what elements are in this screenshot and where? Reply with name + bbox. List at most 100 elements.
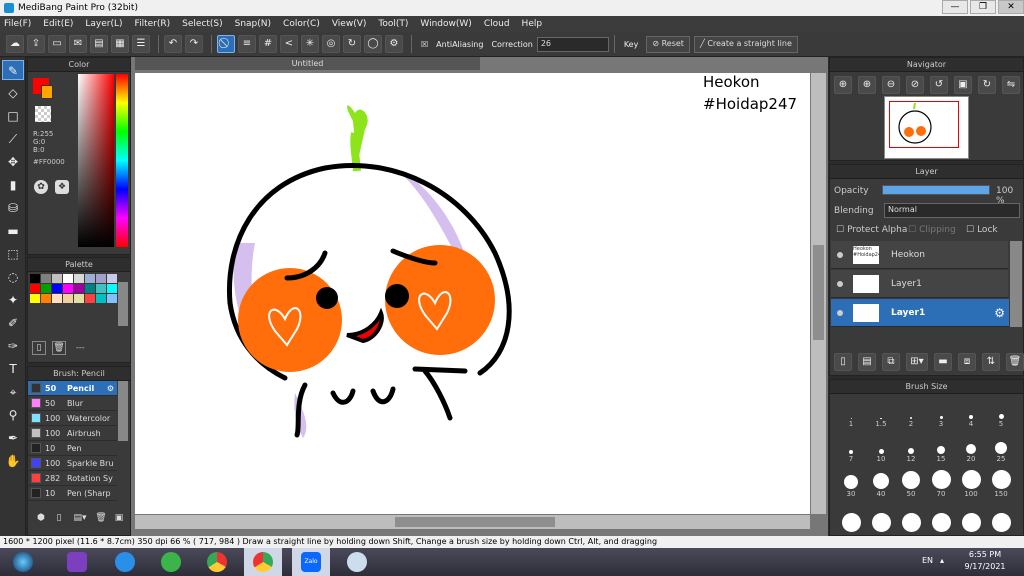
bucket-tool-icon[interactable]: ⛁ (2, 198, 24, 218)
palette-swatch[interactable] (107, 284, 117, 293)
select-eraser-tool-icon[interactable]: ✑ (2, 336, 24, 356)
move-tool-icon[interactable]: ✥ (2, 152, 24, 172)
layer-move-icon[interactable]: ⇅ (982, 353, 1000, 371)
perspective-snap-icon[interactable]: < (280, 35, 298, 53)
brush-size-cell[interactable]: 7 (836, 431, 866, 463)
shape-tool-icon[interactable]: □ (2, 106, 24, 126)
palette-swatch[interactable] (63, 294, 73, 303)
zoom-in-icon[interactable]: ⊕ (834, 76, 852, 94)
folder-icon[interactable]: ▬ (934, 353, 952, 371)
clipping-checkbox[interactable]: ☐ (908, 225, 916, 235)
page-icon[interactable]: ▤ (90, 35, 108, 53)
color-wheel-icon[interactable]: ✿ (34, 180, 48, 194)
zoom-reset-icon[interactable]: ⊘ (906, 76, 924, 94)
radial-snap-icon[interactable]: ✳ (301, 35, 319, 53)
brush-list-item[interactable]: 10 Pen (28, 441, 117, 456)
brush-size-cell[interactable]: 5 (986, 396, 1016, 428)
palette-swatch[interactable] (30, 294, 40, 303)
straight-line-button[interactable]: ╱ Create a straight line (693, 35, 798, 53)
new-halftone-layer-icon[interactable]: ▤ (858, 353, 876, 371)
add-layer-dropdown-icon[interactable]: ⊞▾ (906, 353, 928, 371)
color-settings-icon[interactable]: ❖ (55, 180, 69, 194)
palette-swatch[interactable] (85, 274, 95, 283)
delete-palette-icon[interactable]: 🗑 (52, 341, 66, 355)
speech-bubble-icon[interactable]: ✉ (69, 35, 87, 53)
horizontal-scroll-thumb[interactable] (395, 517, 555, 527)
brush-scrollbar[interactable] (118, 381, 128, 441)
navigator-view-rectangle[interactable] (889, 101, 959, 148)
brush-size-cell[interactable] (986, 501, 1016, 533)
zoom-out-icon[interactable]: ⊖ (882, 76, 900, 94)
cloud-icon[interactable]: ☁ (6, 35, 24, 53)
brush-size-cell[interactable]: 10 (866, 431, 896, 463)
snap-off-icon[interactable]: ⃠ (217, 35, 235, 53)
comment-icon[interactable]: ▭ (48, 35, 66, 53)
grid-snap-icon[interactable]: # (259, 35, 277, 53)
brush-list-item[interactable]: 10 Pen (Sharp (28, 486, 117, 501)
new-layer-icon[interactable]: ▯ (834, 353, 852, 371)
select-pen-tool-icon[interactable]: ✐ (2, 313, 24, 333)
brush-size-cell[interactable]: 20 (956, 431, 986, 463)
maximize-button[interactable]: ❐ (970, 0, 996, 14)
brush-size-cell[interactable]: 100 (956, 466, 986, 498)
language-indicator[interactable]: EN (922, 556, 933, 565)
brush-list-item[interactable]: 50 Blur (28, 396, 117, 411)
brush-dropdown-icon[interactable]: ▤▾ (70, 513, 90, 527)
palette-swatch[interactable] (74, 274, 84, 283)
transparent-color-swatch[interactable] (35, 106, 51, 122)
visibility-icon[interactable] (837, 309, 843, 316)
brush-list-item[interactable]: 100 Watercolor (28, 411, 117, 426)
palette-swatch[interactable] (52, 294, 62, 303)
brush-size-cell[interactable]: 50 (896, 466, 926, 498)
brush-size-cell[interactable]: 3 (926, 396, 956, 428)
menu-layer[interactable]: Layer(L) (85, 19, 122, 29)
undo-icon[interactable]: ↶ (164, 35, 182, 53)
brush-size-cell[interactable]: 1 (836, 396, 866, 428)
brush-list-item[interactable]: 50 Pencil ⚙ (28, 381, 117, 396)
palette-swatch[interactable] (52, 274, 62, 283)
palette-swatch[interactable] (96, 284, 106, 293)
rotate-icon[interactable]: ↺ (930, 76, 948, 94)
redo-icon[interactable]: ↷ (185, 35, 203, 53)
brush-tool-icon[interactable]: ✎ (2, 60, 24, 80)
blending-select[interactable]: Normal (884, 203, 1020, 218)
brush-size-cell[interactable]: 12 (896, 431, 926, 463)
opacity-slider[interactable] (882, 185, 990, 195)
brush-size-cell[interactable]: 2 (896, 396, 926, 428)
brush-list-item[interactable]: 100 Airbrush (28, 426, 117, 441)
menu-view[interactable]: View(V) (332, 19, 367, 29)
palette-scrollbar[interactable] (118, 282, 128, 326)
layer-row-layer1-selected[interactable]: Layer1 ⚙ (831, 299, 1009, 327)
palette-swatch[interactable] (41, 274, 51, 283)
brush-add-icon[interactable]: ⬢ (34, 513, 48, 527)
layer-row-heokon[interactable]: Heokon #Hoidap247 Heokon (831, 241, 1008, 269)
menu-file[interactable]: File(F) (4, 19, 31, 29)
lasso-tool-icon[interactable]: ◌ (2, 267, 24, 287)
brush-settings-gear-icon[interactable]: ⚙ (107, 384, 114, 393)
menu-color[interactable]: Color(C) (283, 19, 320, 29)
brush-list-item[interactable]: 100 Sparkle Bru (28, 456, 117, 471)
brush-size-cell[interactable]: 15 (926, 431, 956, 463)
text-tool-icon[interactable]: T (2, 359, 24, 379)
share-icon[interactable]: ⇪ (27, 35, 45, 53)
rotate-right-icon[interactable]: ↻ (978, 76, 996, 94)
hand-tool-icon[interactable]: ✋ (2, 451, 24, 471)
taskbar-app-green[interactable] (152, 548, 190, 576)
brush-list-item[interactable]: 282 Rotation Sy (28, 471, 117, 486)
canvas-tab[interactable]: Untitled (135, 57, 480, 70)
layer-row-layer1[interactable]: Layer1 (831, 270, 1008, 298)
taskbar-chrome[interactable] (198, 548, 236, 576)
new-palette-icon[interactable]: ▯ (32, 341, 46, 355)
palette-swatch[interactable] (74, 294, 84, 303)
menu-select[interactable]: Select(S) (182, 19, 223, 29)
select-tool-icon[interactable]: ⬚ (2, 244, 24, 264)
drawing-canvas[interactable] (135, 73, 810, 514)
flip-icon[interactable]: ⇋ (1002, 76, 1020, 94)
eraser-tool-icon[interactable]: ◇ (2, 83, 24, 103)
background-color-swatch[interactable] (41, 85, 53, 99)
antialiasing-checkbox[interactable]: ☒ (421, 40, 428, 49)
menu-filter[interactable]: Filter(R) (135, 19, 171, 29)
snap-settings-icon[interactable]: ⚙ (385, 35, 403, 53)
delete-layer-icon[interactable]: 🗑 (1006, 353, 1024, 371)
close-button[interactable]: ✕ (998, 0, 1024, 14)
